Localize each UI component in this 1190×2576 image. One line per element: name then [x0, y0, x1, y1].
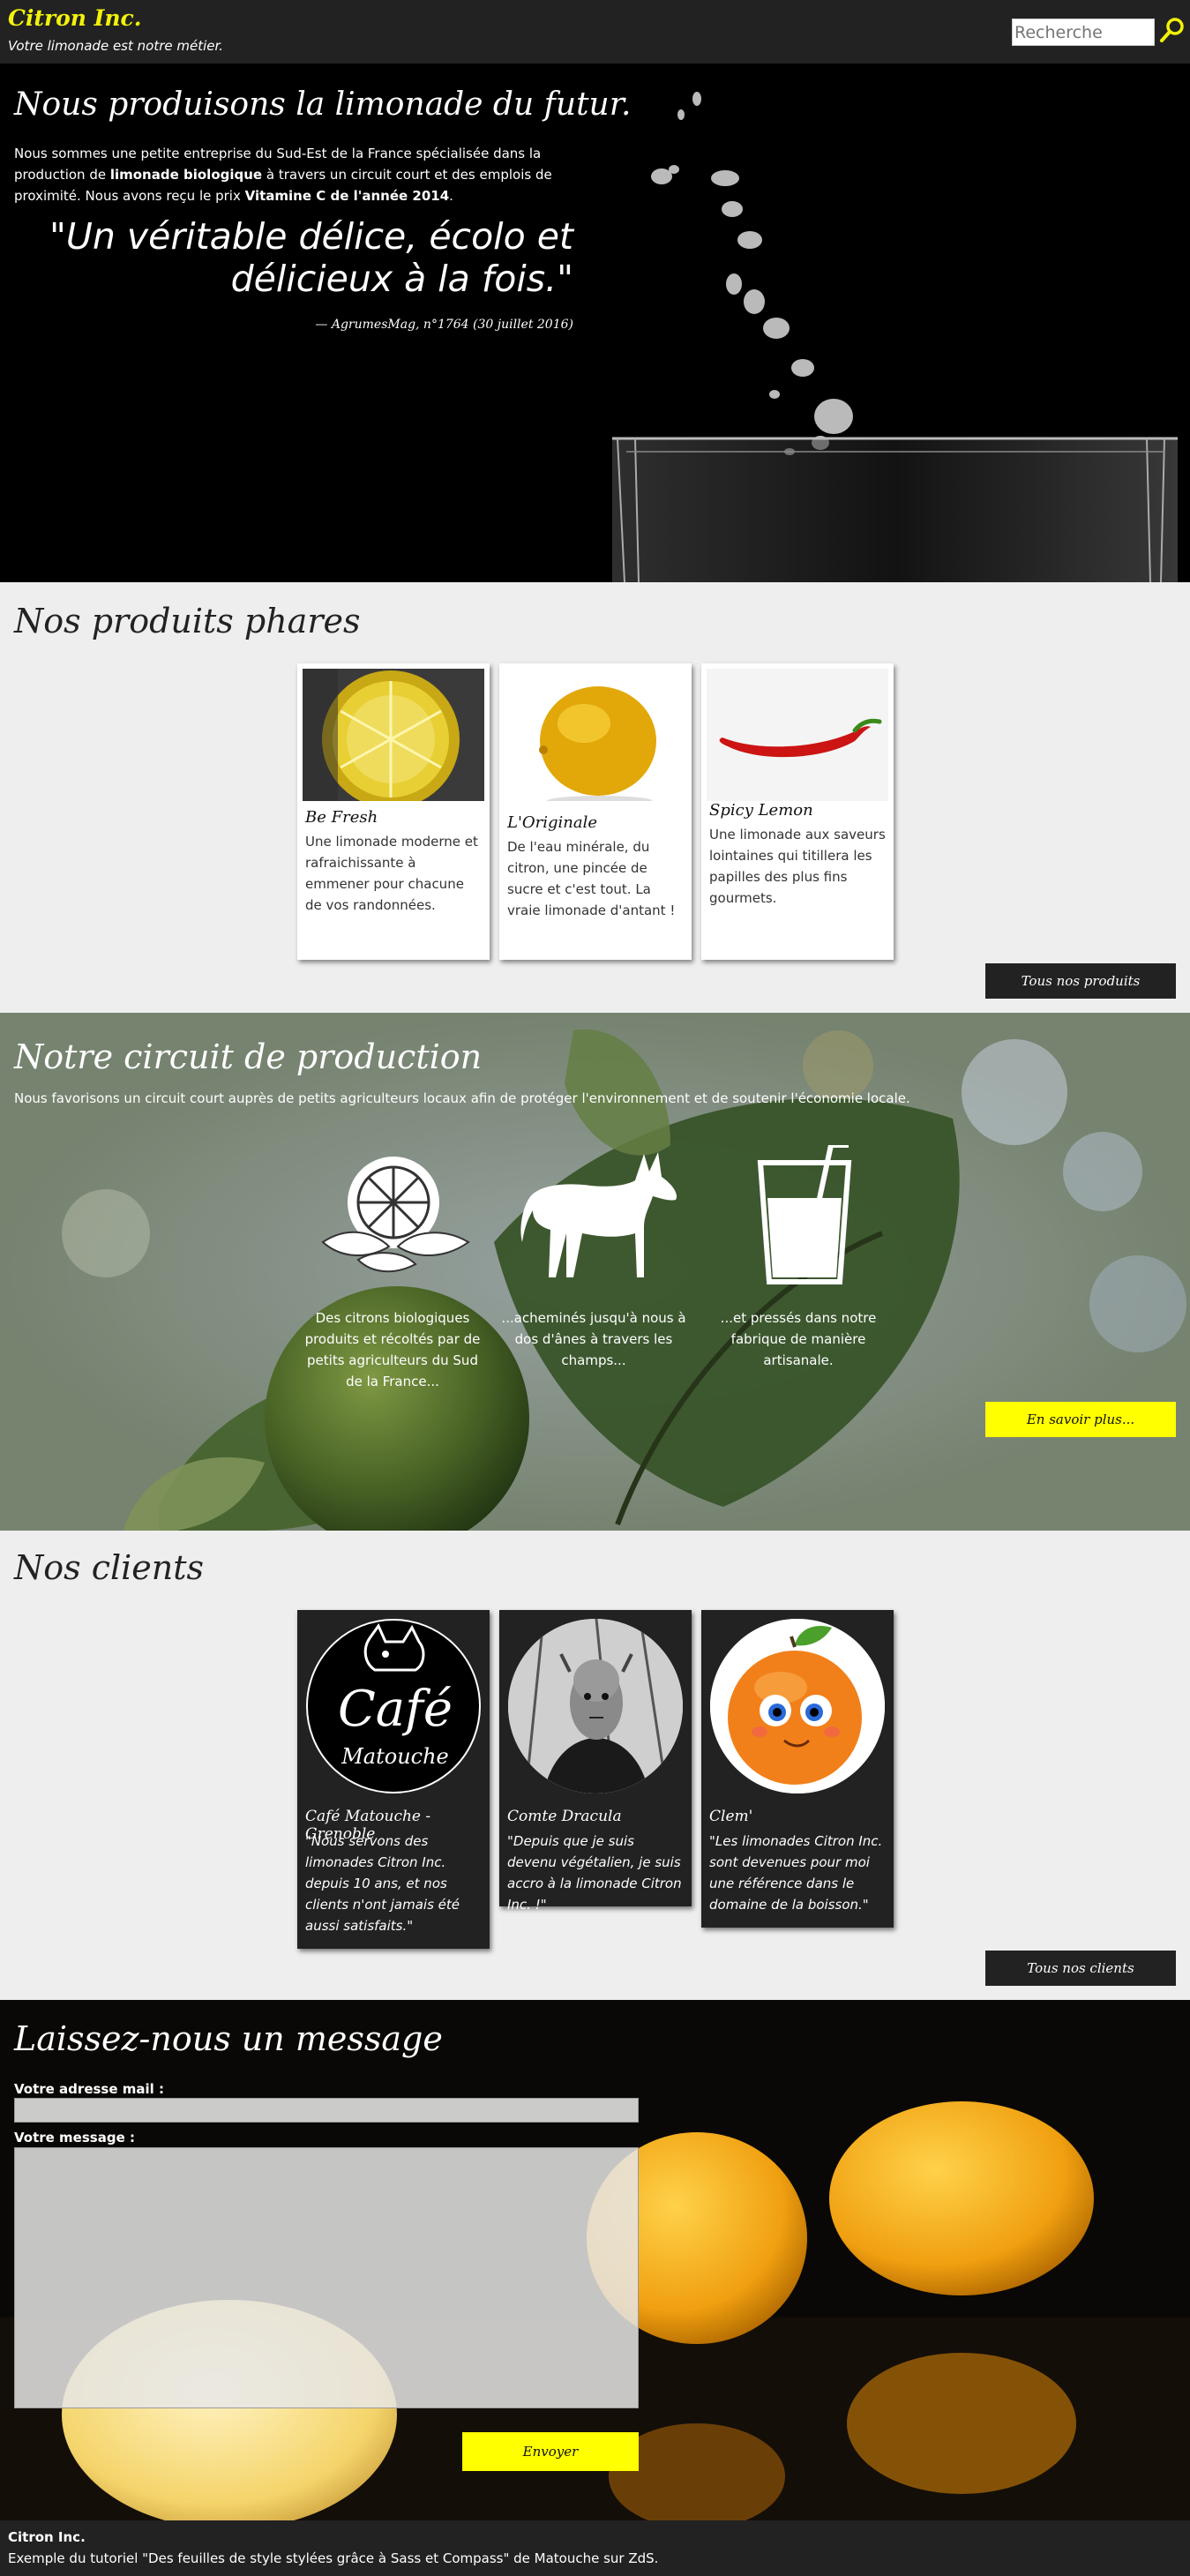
client-name: Comte Dracula — [507, 1808, 622, 1825]
production-step-caption: ...acheminés jusqu'à nous à dos d'ânes à… — [501, 1310, 686, 1368]
cafe-matouche-logo: Café Matouche — [306, 1619, 481, 1793]
message-label: Votre message : — [14, 2130, 135, 2145]
client-quote: "Nous servons des limonades Citron Inc. … — [305, 1833, 460, 1934]
all-clients-button[interactable]: Tous nos clients — [985, 1951, 1176, 1986]
brand-logo[interactable]: Citron Inc. — [8, 5, 141, 31]
hero-quote: "Un véritable délice, écolo et délicieux… — [49, 215, 573, 300]
email-label: Votre adresse mail : — [14, 2081, 164, 2097]
products-title: Nos produits phares — [14, 602, 361, 640]
glass-icon — [757, 1145, 852, 1284]
search-icon[interactable] — [1158, 16, 1186, 44]
logo-main-text: Café — [337, 1681, 453, 1738]
product-description: Une limonade moderne et rafraichissante … — [305, 834, 478, 913]
dracula-portrait — [508, 1619, 683, 1793]
production-step-caption: ...et pressés dans notre fabrique de man… — [720, 1310, 877, 1368]
footer-title: Citron Inc. — [8, 2529, 86, 2545]
production-title: Notre circuit de production — [14, 1037, 483, 1076]
product-card-originale[interactable]: L'Originale De l'eau minérale, du citron… — [499, 663, 692, 960]
client-name: Clem' — [709, 1808, 753, 1825]
client-card-clem[interactable]: Clem' "Les limonades Citron Inc. sont de… — [701, 1610, 894, 1928]
client-card-comte-dracula[interactable]: Comte Dracula "Depuis que je suis devenu… — [499, 1610, 692, 1913]
send-button[interactable]: Envoyer — [462, 2432, 639, 2471]
email-field[interactable] — [14, 2098, 639, 2123]
products-section: Nos produits phares Be Fresh Une limonad… — [0, 582, 1190, 1013]
contact-title: Laissez-nous un message — [14, 2019, 443, 2058]
hero-text-bold: Vitamine C de l'année 2014 — [244, 188, 450, 204]
client-card-cafe-matouche[interactable]: Café Matouche Café Matouche - Grenoble "… — [297, 1610, 490, 1949]
product-name: Spicy Lemon — [709, 801, 813, 820]
production-step-caption: Des citrons biologiques produits et réco… — [304, 1310, 481, 1389]
hero-description: Nous sommes une petite entreprise du Sud… — [14, 143, 561, 206]
production-section: Notre circuit de production Nous favoris… — [0, 1013, 1190, 1531]
client-quote: "Depuis que je suis devenu végétalien, j… — [507, 1833, 682, 1913]
tagline: Votre limonade est notre métier. — [8, 38, 224, 54]
lemon-icon — [321, 1157, 470, 1273]
search-input[interactable] — [1012, 19, 1155, 46]
learn-more-button[interactable]: En savoir plus... — [985, 1402, 1176, 1437]
donkey-icon — [520, 1152, 677, 1277]
splash-glass-image — [600, 64, 1190, 582]
production-subtitle: Nous favorisons un circuit court auprès … — [14, 1090, 910, 1106]
client-quote: "Les limonades Citron Inc. sont devenues… — [709, 1833, 883, 1913]
product-card-spicy-lemon[interactable]: Spicy Lemon Une limonade aux saveurs loi… — [701, 663, 894, 960]
hero-title: Nous produisons la limonade du futur. — [14, 86, 632, 123]
product-name: Be Fresh — [305, 808, 378, 827]
all-products-button[interactable]: Tous nos produits — [985, 963, 1176, 999]
product-description: De l'eau minérale, du citron, une pincée… — [507, 839, 676, 918]
hero-text-bold: limonade biologique — [109, 167, 263, 183]
footer-credit: Exemple du tutoriel "Des feuilles de sty… — [8, 2550, 659, 2566]
clem-orange-avatar — [710, 1619, 885, 1793]
vampire-portrait-icon — [508, 1619, 683, 1793]
message-field[interactable] — [14, 2147, 639, 2408]
hero-section: Nous produisons la limonade du futur. No… — [0, 64, 1190, 582]
product-description: Une limonade aux saveurs lointaines qui … — [709, 827, 886, 906]
spicy-lemon-image — [707, 669, 888, 801]
product-card-be-fresh[interactable]: Be Fresh Une limonade moderne et rafraic… — [297, 663, 490, 960]
product-name: L'Originale — [507, 813, 598, 832]
clients-section: Nos clients Café Matouche Café Matouche … — [0, 1531, 1190, 2000]
site-footer: Citron Inc. Exemple du tutoriel "Des feu… — [0, 2520, 1190, 2576]
site-header: Citron Inc. Votre limonade est notre mét… — [0, 0, 1190, 64]
be-fresh-image — [303, 669, 484, 801]
clients-title: Nos clients — [14, 1548, 205, 1587]
contact-section: Laissez-nous un message Votre adresse ma… — [0, 2000, 1190, 2520]
logo-sub-text: Matouche — [341, 1744, 449, 1769]
orange-character-icon — [710, 1619, 885, 1793]
hero-quote-source: — AgrumesMag, n°1764 (30 juillet 2016) — [315, 318, 573, 332]
hero-text-part: . — [449, 188, 453, 204]
originale-image — [505, 669, 686, 801]
